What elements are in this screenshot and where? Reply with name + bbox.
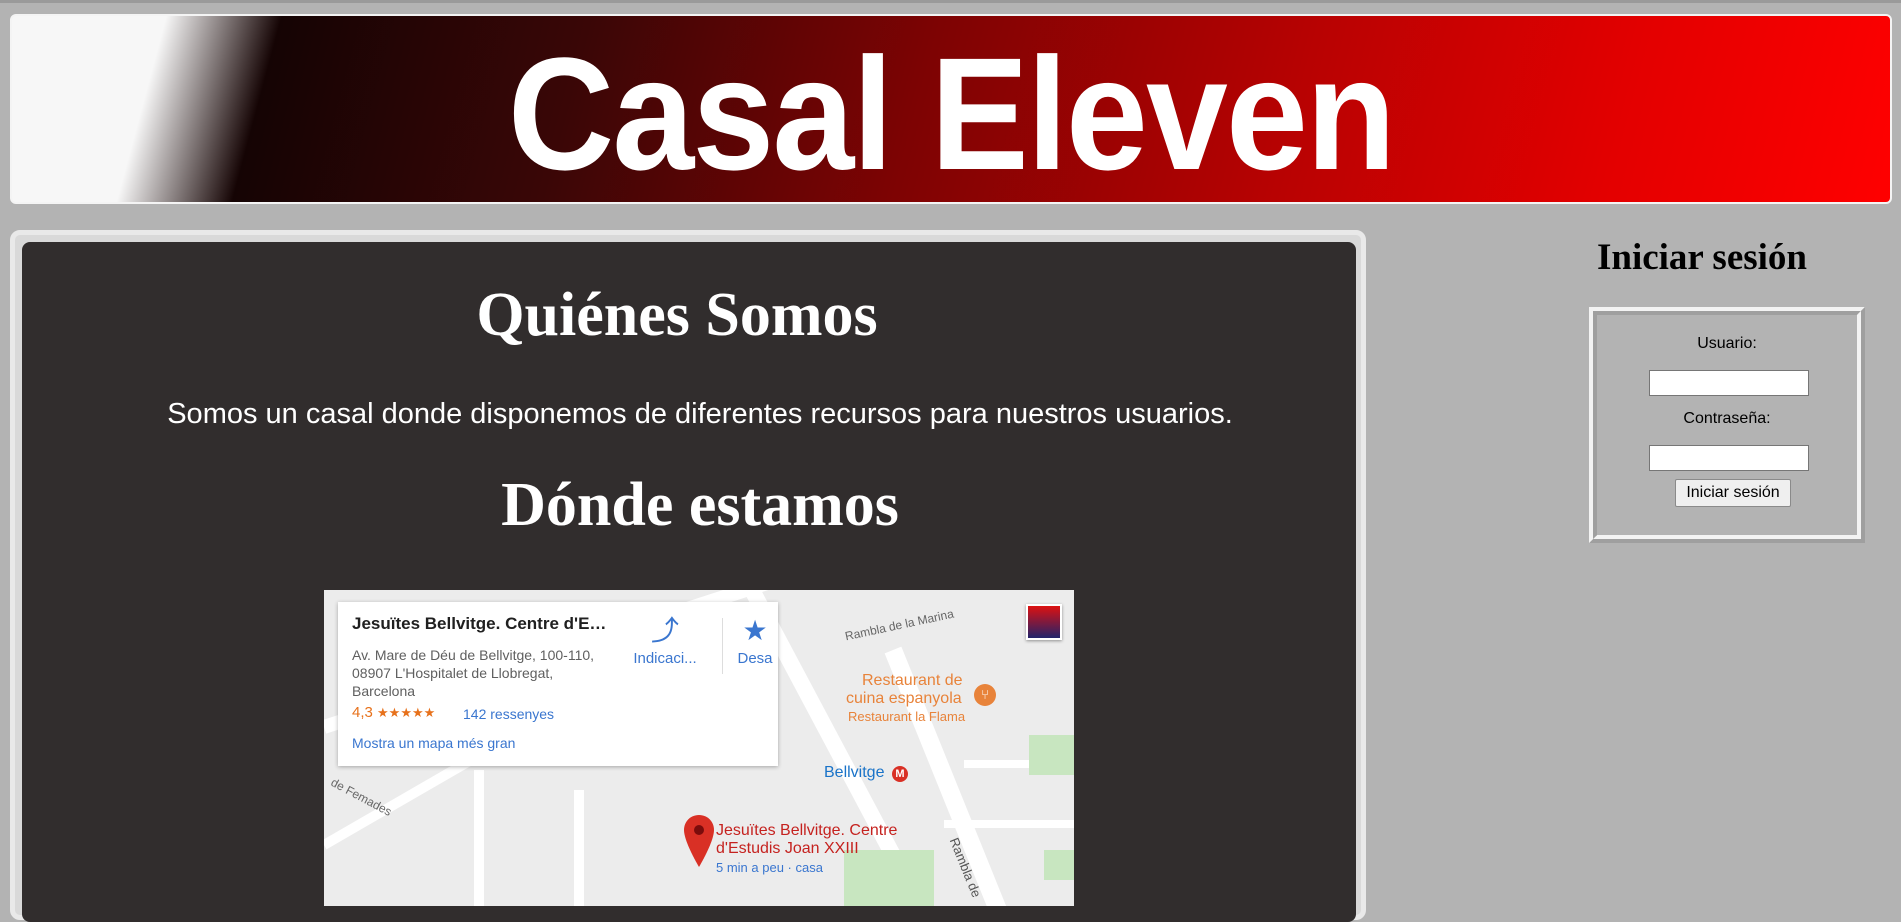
password-label: Contraseña:: [1683, 410, 1771, 427]
star-icon: ★: [742, 615, 768, 646]
login-submit-button[interactable]: Iniciar sesión: [1675, 479, 1791, 507]
header-banner: Casal Eleven: [10, 14, 1892, 204]
directions-label: Indicaci...: [633, 650, 697, 667]
place-rating: 4,3 ★★★★★: [352, 704, 435, 721]
pin-label: Jesuïtes Bellvitge. Centre: [716, 822, 898, 839]
restaurant-label: cuina espanyola: [846, 690, 962, 707]
station-label: Bellvitge: [824, 764, 885, 781]
site-title: Casal Eleven: [507, 24, 1396, 203]
directions-button[interactable]: ⤴ Indicaci...: [626, 615, 704, 668]
map-road: [474, 770, 484, 906]
location-heading: Dónde estamos: [501, 471, 899, 539]
save-label: Desa: [737, 650, 773, 667]
password-input[interactable]: [1649, 445, 1809, 471]
place-name: Jesuïtes Bellvitge. Centre d'Es...: [352, 614, 612, 633]
place-address: Av. Mare de Déu de Bellvitge, 100-110, 0…: [352, 647, 595, 699]
map-park: [1029, 735, 1074, 775]
card-divider: [722, 618, 723, 674]
rating-stars-icon: ★★★★★: [377, 705, 436, 720]
login-title: Iniciar sesión: [1596, 237, 1808, 278]
about-text: Somos un casal donde disponemos de difer…: [167, 398, 1233, 430]
place-card: Jesuïtes Bellvitge. Centre d'Es... Av. M…: [338, 602, 778, 766]
location-pin-icon[interactable]: [684, 815, 714, 867]
top-border: [0, 0, 1901, 3]
restaurant-label: Restaurant la Flama: [848, 709, 966, 724]
username-input[interactable]: [1649, 370, 1809, 396]
restaurant-label: Restaurant de: [862, 672, 963, 689]
street-label: de Femades: [328, 775, 395, 819]
directions-icon: ⤴: [650, 615, 679, 646]
map-park: [1044, 850, 1074, 880]
bigger-map-link[interactable]: Mostra un mapa més gran: [352, 735, 515, 751]
street-label: Rambla de la Marina: [843, 606, 955, 644]
about-heading: Quiénes Somos: [476, 281, 878, 349]
map-park: [844, 850, 934, 906]
metro-icon: M: [892, 766, 908, 782]
pin-label: d'Estudis Joan XXIII: [716, 840, 859, 857]
reviews-link[interactable]: 142 ressenyes: [463, 706, 554, 722]
map-road: [944, 820, 1074, 828]
save-button[interactable]: ★ Desa: [733, 615, 777, 668]
restaurant-icon[interactable]: ⑂: [974, 684, 996, 706]
pin-sublabel: 5 min a peu · casa: [716, 860, 823, 875]
map-road: [574, 790, 584, 906]
rating-value: 4,3: [352, 704, 373, 721]
login-form: Usuario: Contraseña: Iniciar sesión: [1589, 307, 1865, 543]
user-label: Usuario:: [1697, 335, 1757, 352]
embedded-map[interactable]: Rambla de la Marina Rambla de de Femades…: [324, 590, 1074, 906]
map-thumbnail[interactable]: [1026, 604, 1062, 640]
